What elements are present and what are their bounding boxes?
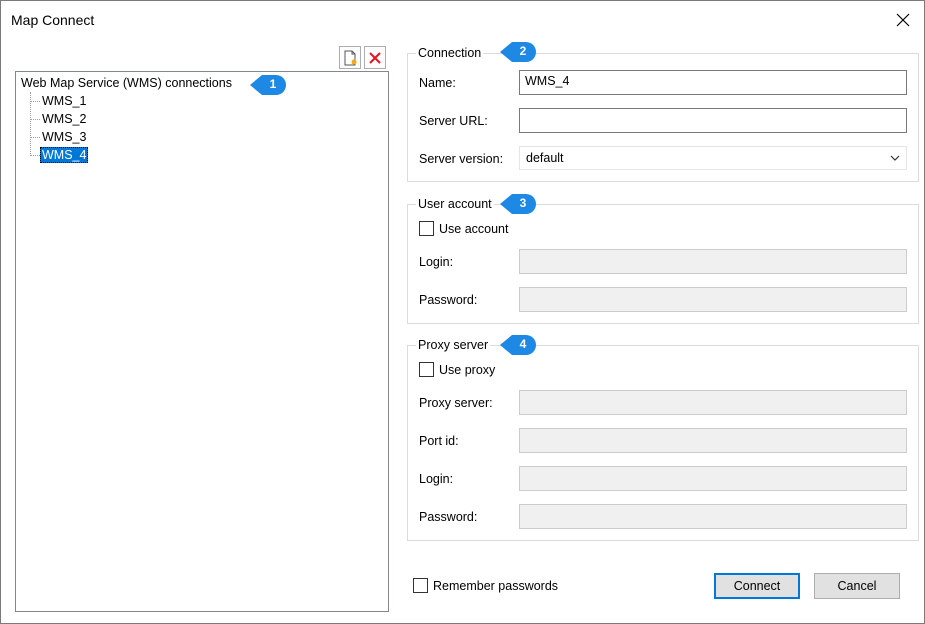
tree-connector [30,155,40,156]
tree-item-wms-3[interactable]: WMS_3 [40,129,88,145]
chevron-down-icon [890,155,900,161]
port-id-field[interactable] [519,428,907,453]
proxy-login-field[interactable] [519,466,907,491]
delete-connection-button[interactable] [364,46,386,69]
proxy-password-field[interactable] [519,504,907,529]
proxy-server-label: Proxy server: [419,396,493,410]
server-version-value: default [526,151,564,165]
callout-badge-2: 2 [500,41,536,63]
remember-passwords-checkbox[interactable] [413,578,428,593]
tree-item-wms-4[interactable]: WMS_4 [40,147,89,163]
account-password-field[interactable] [519,287,907,312]
name-label: Name: [419,76,456,90]
use-account-label[interactable]: Use account [439,222,508,236]
use-proxy-checkbox[interactable] [419,362,434,377]
callout-badge-3: 3 [500,193,536,215]
connect-button[interactable]: Connect [714,573,800,599]
account-login-field[interactable] [519,249,907,274]
account-login-label: Login: [419,255,454,269]
server-url-field[interactable] [519,108,907,133]
account-password-label: Password: [419,293,478,307]
callout-badge-1: 1 [250,74,286,96]
user-account-legend: User account [416,197,494,211]
name-field[interactable]: WMS_4 [519,70,907,95]
new-connection-button[interactable] [339,46,361,69]
delete-icon [369,51,381,64]
tree-connector [30,119,40,120]
cancel-button[interactable]: Cancel [814,573,900,599]
server-version-select[interactable]: default [519,146,907,170]
port-id-label: Port id: [419,434,459,448]
tree-item-wms-2[interactable]: WMS_2 [40,111,88,127]
cancel-button-label: Cancel [837,579,877,593]
map-connect-dialog: Map Connect Web Map Service (WMS) connec… [0,0,925,624]
proxy-login-label: Login: [419,472,454,486]
callout-badge-4: 4 [500,334,536,356]
connect-button-label: Connect [733,579,781,593]
proxy-server-field[interactable] [519,390,907,415]
new-document-icon [344,50,357,65]
tree-connector [30,137,40,138]
close-icon [896,13,910,27]
tree-item-wms-1[interactable]: WMS_1 [40,93,88,109]
tree-root-wms[interactable]: Web Map Service (WMS) connections [21,76,232,90]
use-proxy-label[interactable]: Use proxy [439,363,495,377]
connection-legend: Connection [416,46,484,60]
use-account-checkbox[interactable] [419,221,434,236]
tree-connector [30,101,40,102]
server-version-label: Server version: [419,152,504,166]
remember-passwords-label[interactable]: Remember passwords [433,579,558,593]
proxy-server-legend: Proxy server [416,338,491,352]
close-button[interactable] [881,5,925,35]
connections-tree[interactable]: Web Map Service (WMS) connections WMS_1 … [15,71,389,612]
proxy-password-label: Password: [419,510,478,524]
dialog-title: Map Connect [11,12,95,28]
server-url-label: Server URL: [419,114,488,128]
